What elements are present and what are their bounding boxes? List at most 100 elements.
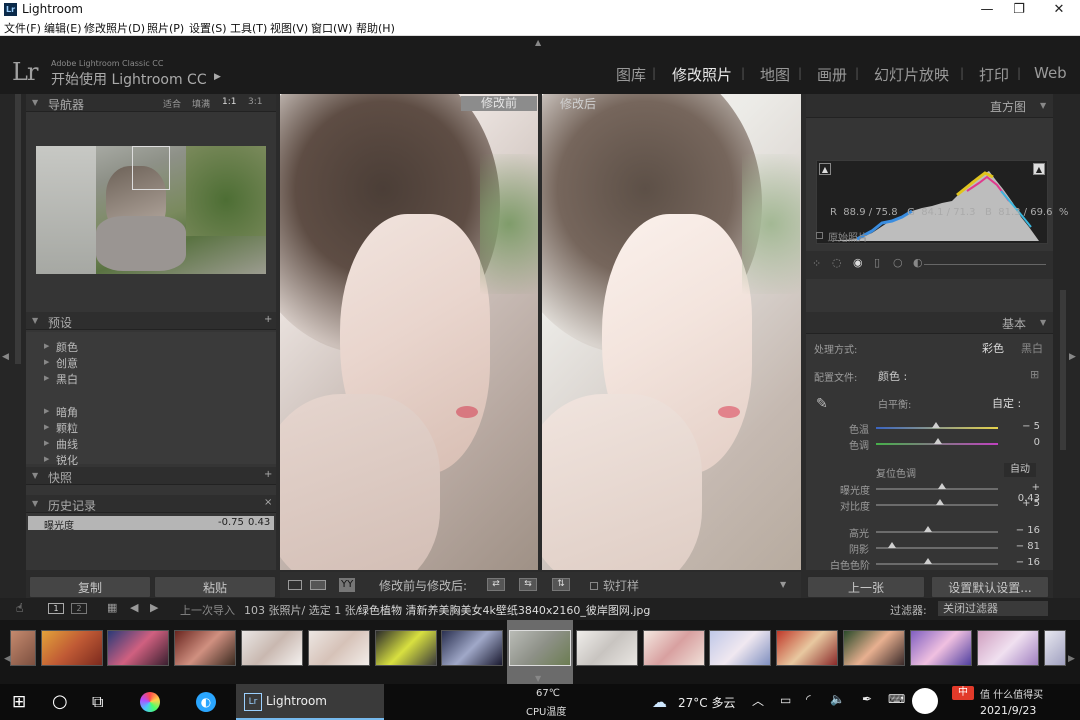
collapse-top-icon[interactable]: ▲ [535, 38, 541, 47]
shadow-clip-icon[interactable]: ▲ [819, 163, 831, 175]
filename[interactable]: 绿色植物 清新养美胸美女4k壁纸3840x2160_彼岸图网.jpg [358, 602, 650, 618]
menu-window[interactable]: 窗口(W) [311, 20, 352, 36]
zoom-1-1[interactable]: 1:1 [222, 97, 236, 107]
get-started-link[interactable]: 开始使用 Lightroom CC [51, 69, 207, 89]
module-develop[interactable]: 修改照片 [672, 64, 732, 85]
right-collapse-icon[interactable]: ▶ [1069, 352, 1076, 362]
weather-text[interactable]: 27°C 多云 [678, 694, 735, 711]
shadows-knob[interactable] [888, 542, 896, 548]
windows-start-icon[interactable]: ⊞ [12, 692, 26, 712]
shadows-value[interactable]: − 81 [1010, 541, 1040, 552]
module-book[interactable]: 画册 [817, 64, 847, 85]
tint-value[interactable]: 0 [1010, 437, 1040, 448]
film-thumb[interactable] [241, 630, 303, 666]
before-image[interactable] [280, 94, 538, 570]
view-mode-select[interactable]: YY [339, 578, 356, 592]
whites-slider[interactable] [876, 563, 998, 565]
task-view-icon[interactable]: ⧉ [92, 692, 103, 712]
snapshots-header[interactable]: ▼ 快照 + [26, 467, 276, 485]
film-thumb[interactable] [375, 630, 437, 666]
treatment-bw[interactable]: 黑白 [1021, 340, 1043, 356]
crop-tool-icon[interactable]: ⁘ [812, 257, 821, 270]
wifi-icon[interactable]: ◜ [806, 692, 811, 706]
menu-develop[interactable]: 修改照片(D) [84, 20, 145, 36]
temp-value[interactable]: − 5 [1010, 421, 1040, 432]
exposure-slider[interactable] [876, 488, 998, 490]
previous-button[interactable]: 上一张 [807, 576, 925, 598]
contrast-knob[interactable] [936, 499, 944, 505]
film-thumb[interactable] [308, 630, 370, 666]
filter-select[interactable]: 关闭过滤器 [938, 601, 1048, 616]
menu-view[interactable]: 视图(V) [270, 20, 308, 36]
filmstrip-left-icon[interactable]: ◀ [4, 654, 11, 664]
film-thumb[interactable] [709, 630, 771, 666]
tray-chevron-icon[interactable]: ︿ [752, 692, 764, 709]
basic-header[interactable]: 基本 ▼ [806, 312, 1053, 334]
film-thumb[interactable] [910, 630, 972, 666]
copy-after-to-before-icon[interactable]: ⇆ [519, 578, 537, 591]
film-thumb[interactable] [576, 630, 638, 666]
ime-indicator[interactable]: 中 [952, 686, 974, 700]
browser-icon[interactable]: ◐ [196, 692, 216, 712]
menu-file[interactable]: 文件(F) [4, 20, 41, 36]
profile-select[interactable]: 颜色 : [878, 368, 907, 384]
collapse-bottom-icon[interactable]: ▼ [535, 674, 541, 683]
film-thumb[interactable] [107, 630, 169, 666]
grid-icon[interactable]: ▦ [107, 601, 117, 614]
brush-icon[interactable]: ◐ [913, 256, 923, 269]
menu-settings[interactable]: 设置(S) [189, 20, 227, 36]
module-slideshow[interactable]: 幻灯片放映 [874, 64, 949, 85]
treatment-color[interactable]: 彩色 [982, 340, 1004, 356]
preset-group[interactable]: 曲线 [56, 436, 78, 452]
close-button[interactable]: ✕ [1036, 0, 1080, 19]
preset-group[interactable]: 锐化 [56, 452, 78, 468]
compare-view-icon[interactable] [310, 580, 326, 590]
menu-help[interactable]: 帮助(H) [356, 20, 395, 36]
set-default-button[interactable]: 设置默认设置... [931, 576, 1049, 598]
history-item[interactable]: 曝光度 -0.75 0.43 [28, 516, 274, 532]
left-collapse-icon[interactable]: ◀ [2, 352, 9, 362]
copy-before-to-after-icon[interactable]: ⇄ [487, 578, 505, 591]
exposure-knob[interactable] [938, 483, 946, 489]
page-1-button[interactable]: 1 [48, 603, 64, 614]
menu-photo[interactable]: 照片(P) [147, 20, 184, 36]
zoom-fit[interactable]: 适合 [163, 97, 181, 110]
page-2-button[interactable]: 2 [71, 603, 87, 614]
highlight-clip-icon[interactable]: ▲ [1033, 163, 1045, 175]
keyboard-icon[interactable]: ⌨ [888, 692, 905, 706]
battery-icon[interactable]: ▭ [780, 693, 791, 707]
contrast-value[interactable]: + 5 [1010, 498, 1040, 509]
film-thumb[interactable] [977, 630, 1039, 666]
film-thumb[interactable] [441, 630, 503, 666]
zoom-fill[interactable]: 填满 [192, 97, 210, 110]
soft-proof-checkbox[interactable] [590, 582, 598, 590]
navigator-header[interactable]: ▼ 导航器 适合 填满 1:1 3:1 [26, 94, 276, 112]
menu-tools[interactable]: 工具(T) [230, 20, 267, 36]
tint-knob[interactable] [934, 438, 942, 444]
film-thumb[interactable] [174, 630, 236, 666]
history-header[interactable]: ▼ 历史记录 × [26, 495, 276, 513]
filmstrip-right-icon[interactable]: ▶ [1068, 654, 1075, 664]
pen-icon[interactable]: ✒ [862, 692, 872, 706]
preset-group[interactable]: 颗粒 [56, 420, 78, 436]
swap-icon[interactable]: ⇅ [552, 578, 570, 591]
navigator-preview[interactable] [36, 146, 266, 274]
profile-browser-icon[interactable]: ⊞ [1030, 368, 1039, 381]
tool-slider[interactable] [924, 264, 1046, 265]
zoom-3-1[interactable]: 3:1 [248, 97, 262, 107]
highlights-slider[interactable] [876, 531, 998, 533]
whites-knob[interactable] [924, 558, 932, 564]
module-web[interactable]: Web [1034, 64, 1067, 82]
volume-icon[interactable]: 🔈 [830, 692, 845, 706]
forward-icon[interactable]: ▶ [150, 601, 158, 614]
clear-history-icon[interactable]: × [264, 497, 272, 508]
right-scrollbar[interactable] [1060, 290, 1066, 450]
taskbar-lightroom[interactable]: Lr Lightroom [236, 684, 384, 720]
clock-date[interactable]: 2021/9/23 [980, 704, 1036, 717]
module-print[interactable]: 打印 [979, 64, 1009, 85]
auto-tone-button[interactable]: 自动 [1004, 463, 1036, 477]
film-thumb-selected[interactable] [509, 630, 571, 666]
navigator-zoom-rect[interactable] [132, 146, 170, 190]
preset-group[interactable]: 创意 [56, 355, 78, 371]
film-thumb[interactable] [10, 630, 36, 666]
